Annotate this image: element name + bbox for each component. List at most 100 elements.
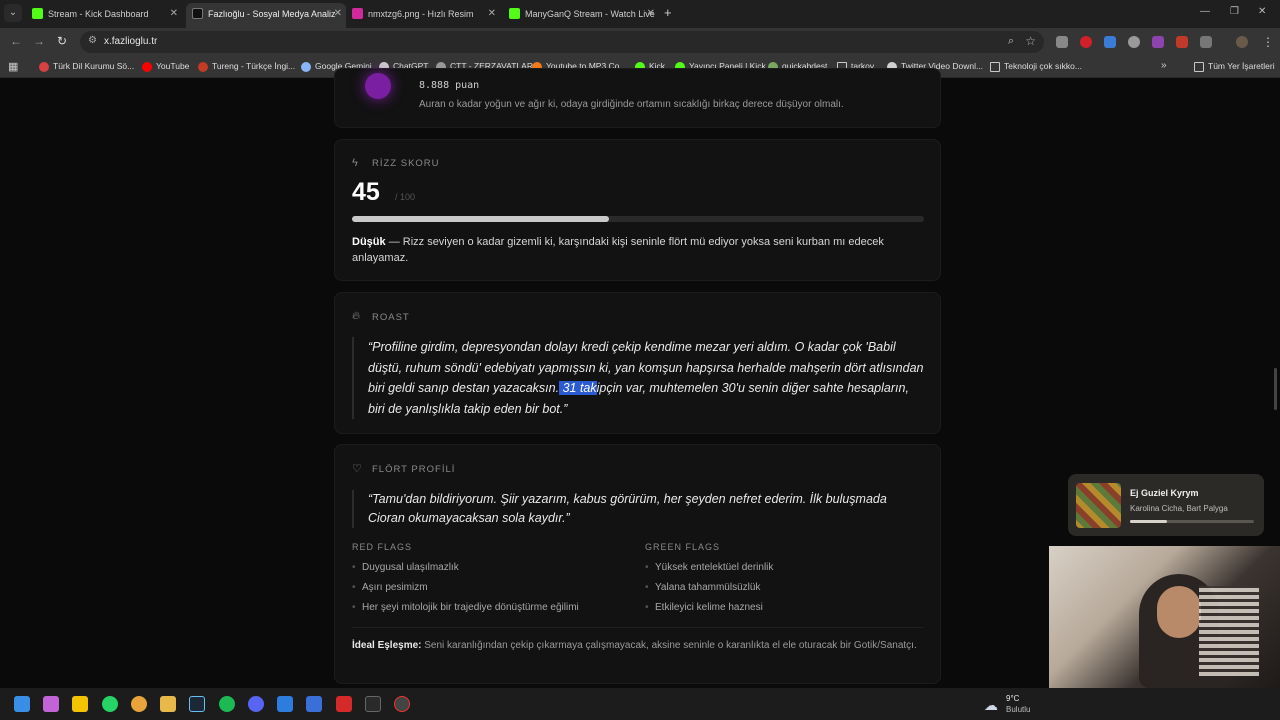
rizz-progress-fill <box>352 216 610 222</box>
terminal-icon[interactable] <box>365 696 381 712</box>
close-icon[interactable]: ✕ <box>334 3 342 25</box>
minimize-icon[interactable]: — <box>1200 6 1210 17</box>
tab-fazlioglu[interactable]: Fazlıoğlu - Sosyal Medya Analiz ✕ <box>186 3 346 28</box>
ideal-match: İdeal Eşleşme: Seni karanlığından çekip … <box>352 638 924 653</box>
maximize-icon[interactable]: ❐ <box>1230 6 1239 17</box>
page-scrollbar[interactable] <box>1274 368 1277 410</box>
tdk-icon <box>39 62 49 72</box>
album-art <box>1076 483 1121 528</box>
rizz-card: ϟ RİZZ SKORU 45 / 100 Düşük — Rizz seviy… <box>334 139 941 281</box>
roast-quote[interactable]: “Profiline girdim, depresyondan dolayı k… <box>352 337 927 419</box>
spotify-icon[interactable] <box>219 696 235 712</box>
tab-label: Stream - Kick Dashboard <box>48 9 149 19</box>
flirt-title: FLÖRT PROFİLİ <box>372 464 456 475</box>
store-icon[interactable] <box>277 696 293 712</box>
extension-icon[interactable] <box>1104 36 1116 48</box>
extension-icon[interactable] <box>1176 36 1188 48</box>
heart-icon: ♡ <box>352 463 362 475</box>
gemini-icon <box>301 62 311 72</box>
windows-start-icon[interactable] <box>14 696 30 712</box>
extension-icon[interactable] <box>1152 36 1164 48</box>
red-flags-list: Duygusal ulaşılmazlık Aşırı pesimizm Her… <box>352 561 632 621</box>
bookmark-item[interactable]: Türk Dil Kurumu Sö... <box>39 61 135 72</box>
cloud-icon: ☁ <box>984 697 998 713</box>
recorder-icon[interactable] <box>394 696 410 712</box>
aura-card: 8.888 puan Auran o kadar yoğun ve ağır k… <box>334 68 941 128</box>
reload-icon[interactable]: ↻ <box>57 34 67 48</box>
extension-icon[interactable] <box>1128 36 1140 48</box>
close-icon[interactable]: ✕ <box>647 3 655 25</box>
new-tab-icon[interactable]: + <box>664 5 672 20</box>
rizz-level: Düşük <box>352 236 386 248</box>
steam-icon[interactable] <box>189 696 205 712</box>
copilot-icon[interactable] <box>43 696 59 712</box>
ideal-match-label: İdeal Eşleşme: <box>352 640 422 651</box>
bookmark-label: YouTube <box>156 61 190 71</box>
webcam-overlay <box>1049 546 1280 688</box>
address-bar[interactable]: ⚙ x.fazlioglu.tr ⌕ ☆ <box>80 31 1044 53</box>
apps-grid-icon[interactable]: ▦ <box>8 60 18 73</box>
menu-dots-icon[interactable]: ⋮ <box>1262 35 1274 49</box>
tab-hizli-resim[interactable]: nmxtzg6.png - Hızlı Resim ✕ <box>346 3 500 28</box>
forward-icon[interactable]: → <box>33 34 45 48</box>
list-item: Her şeyi mitolojik bir trajediye dönüştü… <box>352 601 632 621</box>
avatar[interactable] <box>1236 36 1248 48</box>
list-item: Aşırı pesimizm <box>352 581 632 601</box>
bookmark-item[interactable]: Tureng - Türkçe İngi... <box>198 61 296 72</box>
chrome-icon[interactable] <box>131 696 147 712</box>
discord-icon[interactable] <box>248 696 264 712</box>
rizz-score: 45 <box>352 178 380 206</box>
divider <box>352 627 924 628</box>
bookmark-item[interactable]: YouTube <box>142 61 190 72</box>
bookmark-label: Teknoloji çok sıkko... <box>1004 61 1082 71</box>
tab-label: nmxtzg6.png - Hızlı Resim <box>368 9 474 19</box>
folder-icon <box>1194 62 1204 72</box>
list-item: Duygusal ulaşılmazlık <box>352 561 632 581</box>
file-explorer-icon[interactable] <box>160 696 176 712</box>
site-info-icon[interactable]: ⚙ <box>88 35 97 46</box>
bookmark-label: Tureng - Türkçe İngi... <box>212 61 296 71</box>
back-icon[interactable]: ← <box>10 34 22 48</box>
close-icon[interactable]: ✕ <box>170 3 178 25</box>
sticky-notes-icon[interactable] <box>72 696 88 712</box>
tureng-icon <box>198 62 208 72</box>
extension-icon[interactable] <box>1056 36 1068 48</box>
tab-manyganq[interactable]: ManyGanQ Stream - Watch Live ✕ <box>503 3 659 28</box>
extensions-puzzle-icon[interactable] <box>1200 36 1212 48</box>
folder-icon <box>990 62 1000 72</box>
aura-points: 8.888 puan <box>419 80 480 91</box>
flame-icon: 🔥︎ <box>352 310 361 322</box>
bookmark-label: Türk Dil Kurumu Sö... <box>53 61 135 71</box>
image-icon <box>352 8 363 19</box>
bookmark-star-icon[interactable]: ☆ <box>1025 34 1036 48</box>
tab-search-icon[interactable]: ⌄ <box>4 4 22 22</box>
rizz-description: — Rizz seviyen o kadar gizemli ki, karşı… <box>352 236 884 264</box>
flirt-card: ♡ FLÖRT PROFİLİ “Tamu'dan bildiriyorum. … <box>334 444 941 684</box>
rizz-max: / 100 <box>395 192 416 202</box>
extension-icon[interactable] <box>1080 36 1092 48</box>
more-bookmarks-icon[interactable]: » <box>1161 60 1167 71</box>
bookmark-folder[interactable]: Teknoloji çok sıkko... <box>990 61 1082 72</box>
streamer-face <box>1157 586 1201 638</box>
zoom-icon[interactable]: ⌕ <box>1008 35 1014 48</box>
url-text: x.fazlioglu.tr <box>104 36 158 47</box>
whatsapp-icon[interactable] <box>102 696 118 712</box>
lightning-icon: ϟ <box>352 157 358 169</box>
roast-card: 🔥︎ ROAST “Profiline girdim, depresyondan… <box>334 292 941 434</box>
now-playing-widget[interactable]: Ej Guziel Kyrym Karolina Cicha, Bart Pal… <box>1068 474 1264 536</box>
weather-temp: 9°C <box>1006 694 1020 703</box>
flirt-quote: “Tamu'dan bildiriyorum. Şiir yazarım, ka… <box>352 490 927 528</box>
window-close-icon[interactable]: ✕ <box>1258 6 1266 17</box>
close-icon[interactable]: ✕ <box>488 3 496 25</box>
tab-kick-dashboard[interactable]: Stream - Kick Dashboard ✕ <box>26 3 182 28</box>
green-flags-title: GREEN FLAGS <box>645 542 721 552</box>
tab-bar: ⌄ Stream - Kick Dashboard ✕ Fazlıoğlu - … <box>0 0 1280 28</box>
all-bookmarks-folder[interactable]: Tüm Yer İşaretleri <box>1194 61 1275 72</box>
app-icon[interactable] <box>306 696 322 712</box>
list-item: Etkileyici kelime haznesi <box>645 601 925 621</box>
rizz-summary: Düşük — Rizz seviyen o kadar gizemli ki,… <box>352 234 924 266</box>
acrobat-icon[interactable] <box>336 696 352 712</box>
aura-orb-icon <box>365 73 391 99</box>
selected-text: 31 tak <box>559 381 597 395</box>
green-flags-list: Yüksek entelektüel derinlik Yalana taham… <box>645 561 925 621</box>
